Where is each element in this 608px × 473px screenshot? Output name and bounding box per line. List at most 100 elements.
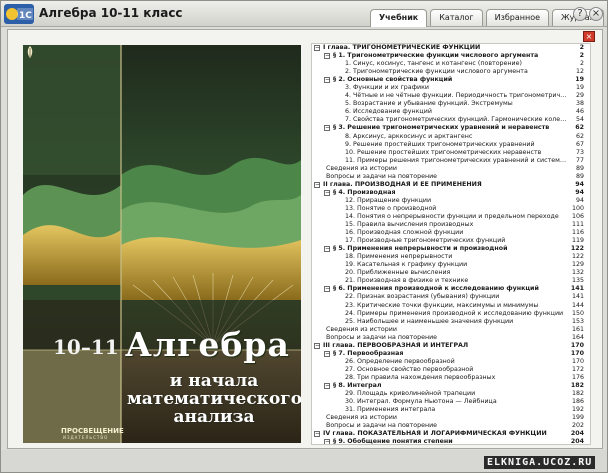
collapse-toggle-icon[interactable]: −	[324, 439, 330, 444]
collapse-toggle-icon[interactable]: −	[314, 431, 320, 438]
toc-item[interactable]: 16. Производная сложной функции 116	[312, 229, 590, 237]
collapse-toggle-icon[interactable]: −	[314, 181, 320, 188]
toc-item[interactable]: 18. Применения непрерывности 122	[312, 253, 590, 261]
collapse-toggle-icon[interactable]: −	[324, 286, 330, 293]
toc-title: Вопросы и задачи на повторение	[326, 333, 438, 341]
toc-item[interactable]: 7. Свойства тригонометрических функций. …	[312, 116, 590, 124]
toc-item[interactable]: 15. Правила вычисления производных 111	[312, 221, 590, 229]
toc-item[interactable]: 1. Синус, косинус, тангенс и котангенс (…	[312, 60, 590, 68]
toc-item[interactable]: 17. Производные тригонометрических функц…	[312, 237, 590, 245]
toc-item[interactable]: 3. Функции и их графики 19	[312, 84, 590, 92]
toc-item[interactable]: 12. Приращение функции 94	[312, 197, 590, 205]
toc-item[interactable]: 2. Тригонометрические функции числового …	[312, 68, 590, 76]
toc-item[interactable]: 24. Примеры применения производной к исс…	[312, 310, 590, 318]
toc-item[interactable]: 25. Наибольшее и наименьшее значения фун…	[312, 318, 590, 326]
toc-item[interactable]: Вопросы и задачи на повторение 164	[312, 334, 590, 342]
toc-item[interactable]: Вопросы и задачи на повторение 202	[312, 422, 590, 430]
toc-title: 30. Интеграл. Формула Ньютона — Лейбница	[345, 398, 497, 406]
toc-title: 5. Возрастание и убывание функций. Экстр…	[345, 100, 513, 108]
toc-item[interactable]: 19. Касательная к графику функции 129	[312, 261, 590, 269]
toc-item[interactable]: 23. Критические точки функции, максимумы…	[312, 302, 590, 310]
toc-item[interactable]: Вопросы и задачи на повторение 89	[312, 173, 590, 181]
toc-item[interactable]: 28. Три правила нахождения первообразных…	[312, 374, 590, 382]
toc-title: 31. Применения интеграла	[345, 406, 436, 414]
toc-section[interactable]: − § 3. Решение тригонометрических уравнен…	[312, 124, 590, 132]
toc-page-number: 176	[571, 373, 584, 381]
toc-item[interactable]: 21. Производная в физике и технике 135	[312, 277, 590, 285]
toc-page-number: 19	[575, 76, 584, 84]
toc-page-number: 122	[571, 253, 584, 261]
toc-page-number: 132	[571, 269, 584, 277]
toc-section[interactable]: − § 1. Тригонометрические функции числово…	[312, 52, 590, 60]
toc-item[interactable]: 5. Возрастание и убывание функций. Экстр…	[312, 100, 590, 108]
toc-item[interactable]: 11. Примеры решения тригонометрических у…	[312, 157, 590, 165]
close-button[interactable]: ×	[589, 7, 603, 21]
toc-item[interactable]: 27. Основное свойство первообразной 172	[312, 366, 590, 374]
toc-chapter[interactable]: − II глава. ПРОИЗВОДНАЯ И ЕЕ ПРИМЕНЕНИЯ 94	[312, 181, 590, 189]
toc-item[interactable]: 31. Применения интеграла 192	[312, 406, 590, 414]
toc-section[interactable]: − § 6. Применения производной к исследова…	[312, 285, 590, 293]
toc-section[interactable]: − § 8. Интеграл 182	[312, 382, 590, 390]
toc-item[interactable]: Сведения из истории 89	[312, 165, 590, 173]
toc-item[interactable]: 22. Признак возрастания (убывания) функц…	[312, 293, 590, 301]
publisher-name: ПРОСВЕЩЕНИЕ	[61, 427, 124, 435]
toc-section[interactable]: − § 2. Основные свойства функций 19	[312, 76, 590, 84]
table-of-contents[interactable]: − I глава. ТРИГОНОМЕТРИЧЕСКИЕ ФУНКЦИИ 2− § …	[311, 43, 591, 445]
toc-title: 2. Тригонометрические функции числового …	[345, 68, 528, 76]
toc-item[interactable]: 9. Решение простейших тригонометрических…	[312, 141, 590, 149]
collapse-toggle-icon[interactable]: −	[314, 342, 320, 349]
collapse-toggle-icon[interactable]: −	[324, 125, 330, 132]
toc-title: 14. Понятия о непрерывности функции и пр…	[345, 212, 559, 220]
toc-title: 8. Арксинус, арккосинус и арктангенс	[345, 132, 473, 140]
toc-item[interactable]: 4. Чётные и не чётные функции. Периодичн…	[312, 92, 590, 100]
toc-section[interactable]: − § 9. Обобщение понятия степени 204	[312, 438, 590, 445]
toc-chapter[interactable]: − IV глава. ПОКАЗАТЕЛЬНАЯ И ЛОГАРИФМИЧЕСК…	[312, 430, 590, 438]
toc-item[interactable]: 6. Исследование функций 46	[312, 108, 590, 116]
toc-section[interactable]: − § 5. Применения непрерывности и произво…	[312, 245, 590, 253]
book-cover: 10–11 Алгебра и начала математического а…	[23, 45, 301, 443]
toc-section[interactable]: − § 7. Первообразная 170	[312, 350, 590, 358]
help-button[interactable]: ?	[573, 7, 587, 21]
toc-title: Вопросы и задачи на повторение	[326, 172, 438, 180]
tab-catalog[interactable]: Каталог	[430, 9, 483, 26]
toc-section[interactable]: − § 4. Производная 94	[312, 189, 590, 197]
content-close-button[interactable]: ×	[583, 31, 595, 42]
toc-chapter[interactable]: − III глава. ПЕРВООБРАЗНАЯ И ИНТЕГРАЛ 170	[312, 342, 590, 350]
toc-title: 4. Чётные и не чётные функции. Периодичн…	[345, 92, 567, 100]
toc-page-number: 89	[575, 164, 584, 172]
tab-favorites[interactable]: Избранное	[485, 9, 550, 26]
app-window: 1С Алгебра 10-11 класс Учебник Каталог И…	[0, 0, 608, 473]
cover-grade: 10–11	[53, 335, 119, 359]
toc-item[interactable]: Сведения из истории 161	[312, 326, 590, 334]
collapse-toggle-icon[interactable]: −	[324, 53, 330, 60]
toc-page-number: 77	[575, 156, 584, 164]
app-title: Алгебра 10-11 класс	[39, 6, 183, 20]
toc-page-number: 129	[571, 261, 584, 269]
toc-page-number: 54	[575, 116, 584, 124]
tab-textbook[interactable]: Учебник	[370, 9, 428, 27]
toc-item[interactable]: 13. Понятие о производной 100	[312, 205, 590, 213]
collapse-toggle-icon[interactable]: −	[324, 382, 330, 389]
toc-title: I глава. ТРИГОНОМЕТРИЧЕСКИЕ ФУНКЦИИ	[323, 44, 481, 51]
toc-item[interactable]: Сведения из истории 199	[312, 414, 590, 422]
toc-item[interactable]: 30. Интеграл. Формула Ньютона — Лейбница…	[312, 398, 590, 406]
collapse-toggle-icon[interactable]: −	[324, 77, 330, 84]
toc-page-number: 153	[571, 317, 584, 325]
publisher-subtitle: ИЗДАТЕЛЬСТВО	[63, 435, 109, 440]
toc-title: § 6. Применения производной к исследован…	[333, 285, 539, 293]
collapse-toggle-icon[interactable]: −	[324, 189, 330, 196]
collapse-toggle-icon[interactable]: −	[324, 246, 330, 253]
toc-title: § 9. Обобщение понятия степени	[333, 438, 453, 445]
toc-item[interactable]: 29. Площадь криволинейной трапеции 182	[312, 390, 590, 398]
toc-title: § 3. Решение тригонометрических уравнени…	[333, 124, 550, 132]
toc-item[interactable]: 8. Арксинус, арккосинус и арктангенс 62	[312, 133, 590, 141]
toc-chapter[interactable]: − I глава. ТРИГОНОМЕТРИЧЕСКИЕ ФУНКЦИИ 2	[312, 44, 590, 52]
toc-item[interactable]: 14. Понятия о непрерывности функции и пр…	[312, 213, 590, 221]
collapse-toggle-icon[interactable]: −	[314, 45, 320, 51]
toc-item[interactable]: 10. Решение простейших тригонометрически…	[312, 149, 590, 157]
toc-item[interactable]: 26. Определение первообразной 170	[312, 358, 590, 366]
toc-page-number: 38	[575, 100, 584, 108]
collapse-toggle-icon[interactable]: −	[324, 350, 330, 357]
toc-item[interactable]: 20. Приближенные вычисления 132	[312, 269, 590, 277]
toc-page-number: 122	[570, 245, 584, 253]
